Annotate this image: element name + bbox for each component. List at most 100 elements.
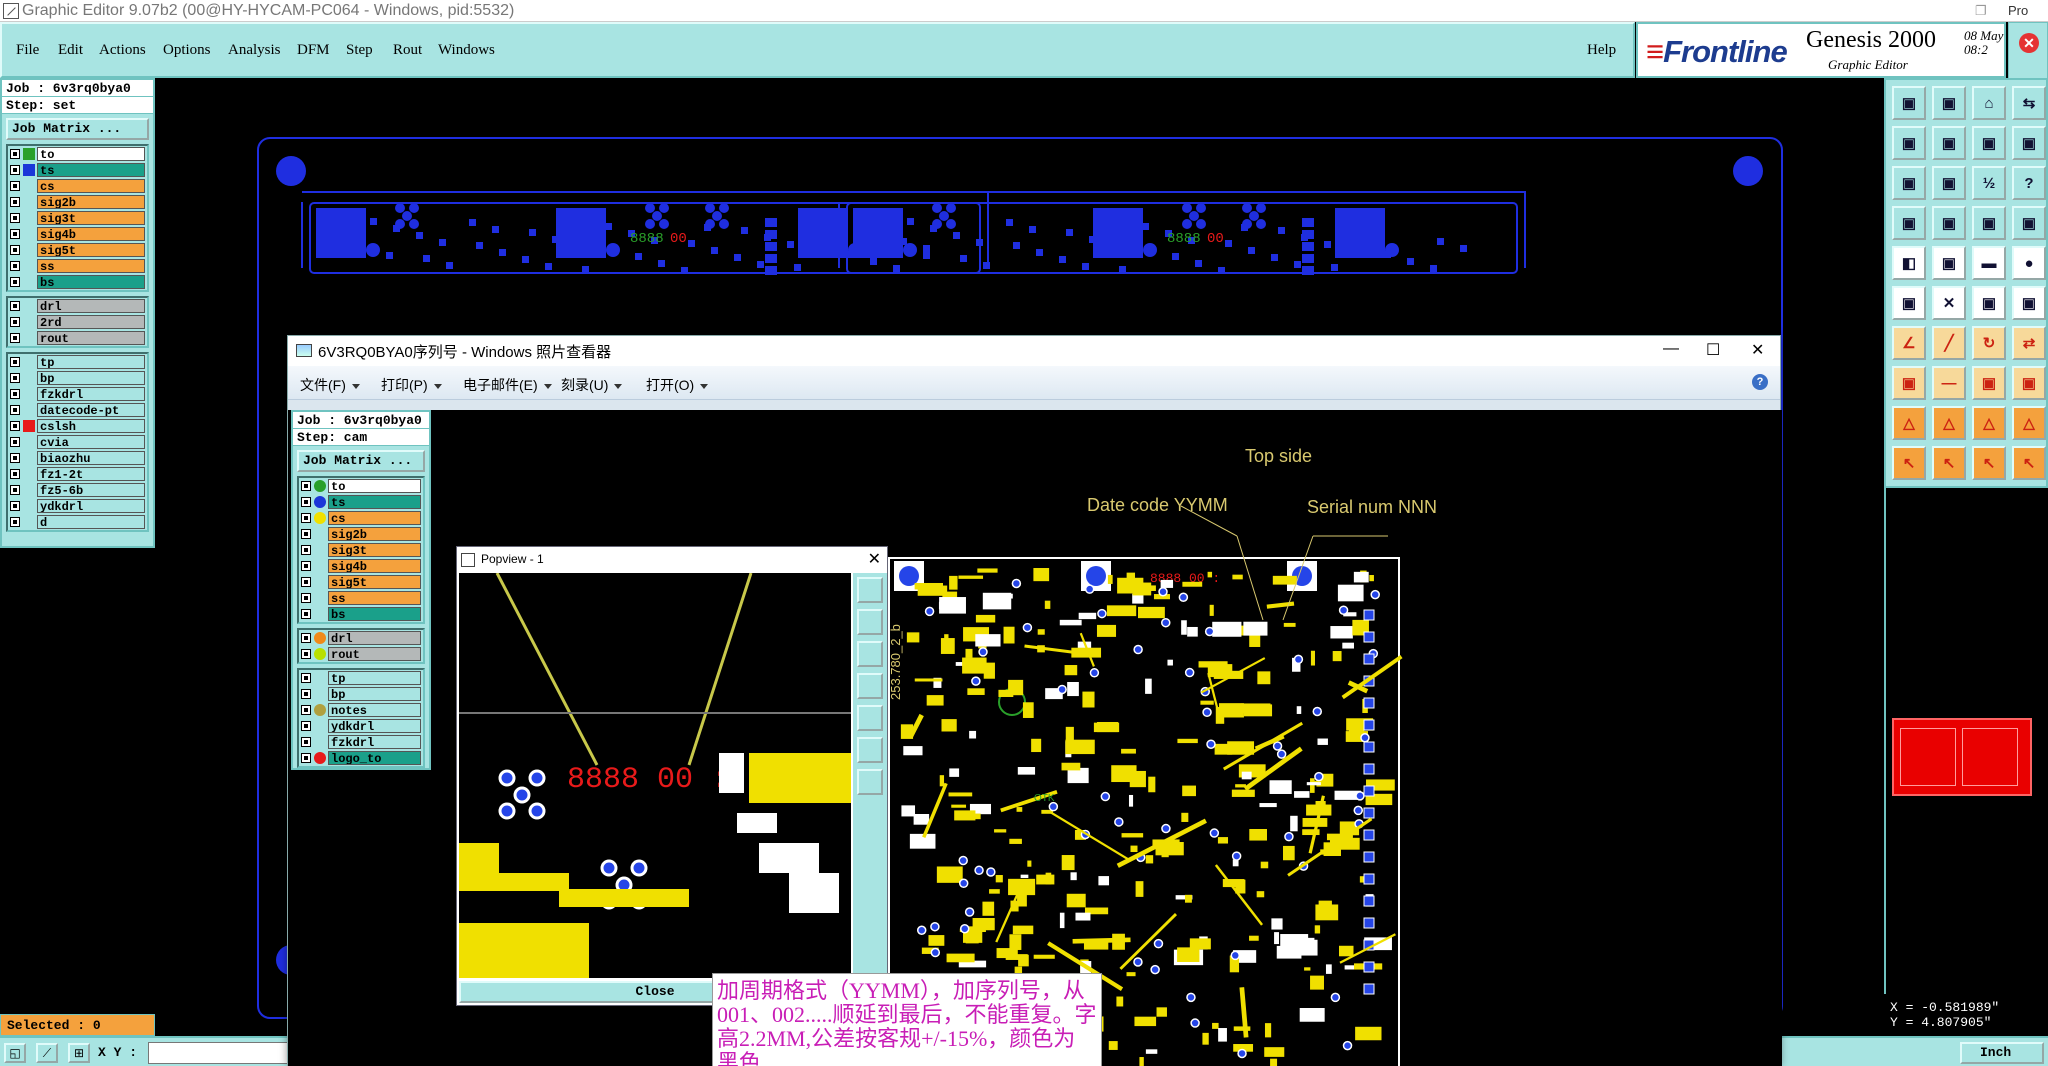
help-icon[interactable]: ? [1752, 374, 1768, 390]
layer-name[interactable]: ts [37, 163, 145, 177]
snap-mid-icon[interactable]: ▣ [1972, 126, 2006, 160]
tri-2-icon[interactable]: △ [1932, 406, 1966, 440]
layer-name[interactable]: to [37, 147, 145, 161]
layer-checkbox[interactable] [10, 437, 20, 447]
viewer-menu-burn[interactable]: 刻录(U) [561, 375, 622, 395]
layer-checkbox[interactable] [10, 149, 20, 159]
main-layer-row[interactable]: ss [8, 258, 147, 274]
bar-icon[interactable]: ▬ [1972, 246, 2006, 280]
open-job-icon[interactable]: ▣ [1892, 86, 1926, 120]
menu-dfm[interactable]: DFM [297, 42, 330, 59]
layer-checkbox[interactable] [10, 229, 20, 239]
main-layer-row[interactable]: cslsh [8, 418, 147, 434]
menu-actions[interactable]: Actions [99, 42, 146, 59]
stop-icon[interactable]: ✕ [2019, 33, 2039, 53]
layer-name[interactable]: drl [37, 299, 145, 313]
layer-checkbox[interactable] [10, 197, 20, 207]
close-icon[interactable]: ✕ [1751, 340, 1764, 360]
measure-icon[interactable]: ▣ [1892, 206, 1926, 240]
layer-checkbox[interactable] [10, 301, 20, 311]
menu-file[interactable]: File [16, 42, 39, 59]
main-layer-row[interactable]: sig3t [8, 210, 147, 226]
layer-name[interactable]: d [37, 515, 145, 529]
layer-checkbox[interactable] [10, 165, 20, 175]
main-layer-row[interactable]: 2rd [8, 314, 147, 330]
menu-options[interactable]: Options [163, 42, 211, 59]
viewer-menu-email[interactable]: 电子邮件(E) [463, 375, 552, 395]
scale-icon[interactable]: ½ [1972, 166, 2006, 200]
main-layer-row[interactable]: to [8, 146, 147, 162]
layer-name[interactable]: cs [37, 179, 145, 193]
layer-name[interactable]: cslsh [37, 419, 145, 433]
layer-checkbox[interactable] [10, 421, 20, 431]
pick-icon[interactable]: ◧ [1892, 246, 1926, 280]
zoom-box-icon[interactable]: ▣ [1892, 166, 1926, 200]
line-h-icon[interactable]: — [1932, 366, 1966, 400]
select-2-icon[interactable]: ↖ [1932, 446, 1966, 480]
layer-checkbox[interactable] [10, 373, 20, 383]
zoom-center-icon[interactable]: ▣ [1932, 166, 1966, 200]
pad-add-icon[interactable]: ▣ [1892, 366, 1926, 400]
main-layer-row[interactable]: cvia [8, 434, 147, 450]
main-layer-row[interactable]: sig4b [8, 226, 147, 242]
query-icon[interactable]: ? [2012, 166, 2046, 200]
main-layer-row[interactable]: fz5-6b [8, 482, 147, 498]
main-layer-row[interactable]: fz1-2t [8, 466, 147, 482]
filter-icon[interactable]: ▣ [2012, 366, 2046, 400]
line-red-icon[interactable]: ▣ [1932, 246, 1966, 280]
layer-name[interactable]: sig2b [37, 195, 145, 209]
menu-help[interactable]: Help [1587, 42, 1616, 59]
layer-checkbox[interactable] [10, 389, 20, 399]
draw-line-icon[interactable]: ∠ [1892, 326, 1926, 360]
probe-icon[interactable]: ▣ [1932, 206, 1966, 240]
rotate-icon[interactable]: ↻ [1972, 326, 2006, 360]
layer-name[interactable]: rout [37, 331, 145, 345]
box-icon[interactable]: ▣ [1972, 366, 2006, 400]
snap-right-icon[interactable]: ▣ [1932, 126, 1966, 160]
measure-icon[interactable]: ⟋ [36, 1043, 58, 1063]
main-layer-row[interactable]: bs [8, 274, 147, 290]
layer-checkbox[interactable] [10, 277, 20, 287]
tri-4-icon[interactable]: △ [2012, 406, 2046, 440]
layer-name[interactable]: bp [37, 371, 145, 385]
drill-multi-icon[interactable]: ▣ [2012, 206, 2046, 240]
viewer-menu-print[interactable]: 打印(P) [381, 375, 442, 395]
job-matrix-button[interactable]: Job Matrix ... [6, 118, 149, 140]
snap-left-icon[interactable]: ▣ [1892, 126, 1926, 160]
main-layer-row[interactable]: fzkdrl [8, 386, 147, 402]
layer-name[interactable]: fz1-2t [37, 467, 145, 481]
main-layer-row[interactable]: sig2b [8, 194, 147, 210]
select-4-icon[interactable]: ↖ [2012, 446, 2046, 480]
layer-checkbox[interactable] [10, 501, 20, 511]
move-node-icon[interactable]: ▣ [1972, 286, 2006, 320]
tri-3-icon[interactable]: △ [1972, 406, 2006, 440]
layer-name[interactable]: 2rd [37, 315, 145, 329]
snap-arc-icon[interactable]: ▣ [2012, 126, 2046, 160]
home-icon[interactable]: ⌂ [1972, 86, 2006, 120]
layer-name[interactable]: fz5-6b [37, 483, 145, 497]
menu-edit[interactable]: Edit [58, 42, 83, 59]
overview-map[interactable] [1892, 718, 2032, 796]
main-layer-row[interactable]: biaozhu [8, 450, 147, 466]
maximize-icon[interactable]: ☐ [1706, 340, 1720, 360]
xy-input[interactable] [148, 1042, 288, 1064]
main-layer-row[interactable]: d [8, 514, 147, 530]
drill-sel-icon[interactable]: ▣ [1972, 206, 2006, 240]
layer-name[interactable]: tp [37, 355, 145, 369]
main-layer-row[interactable]: datecode-pt [8, 402, 147, 418]
layer-checkbox[interactable] [10, 517, 20, 527]
main-layer-row[interactable]: ydkdrl [8, 498, 147, 514]
cross-icon[interactable]: ✕ [1932, 286, 1966, 320]
circle-icon[interactable]: ● [2012, 246, 2046, 280]
layer-name[interactable]: sig5t [37, 243, 145, 257]
tri-1-icon[interactable]: △ [1892, 406, 1926, 440]
layer-checkbox[interactable] [10, 333, 20, 343]
restore-icon[interactable]: ❐ [1975, 0, 1987, 22]
layer-checkbox[interactable] [10, 469, 20, 479]
layer-name[interactable]: bs [37, 275, 145, 289]
layer-name[interactable]: biaozhu [37, 451, 145, 465]
connect-icon[interactable]: ▣ [1892, 286, 1926, 320]
main-layer-row[interactable]: tp [8, 354, 147, 370]
main-layer-row[interactable]: drl [8, 298, 147, 314]
select-3-icon[interactable]: ↖ [1972, 446, 2006, 480]
